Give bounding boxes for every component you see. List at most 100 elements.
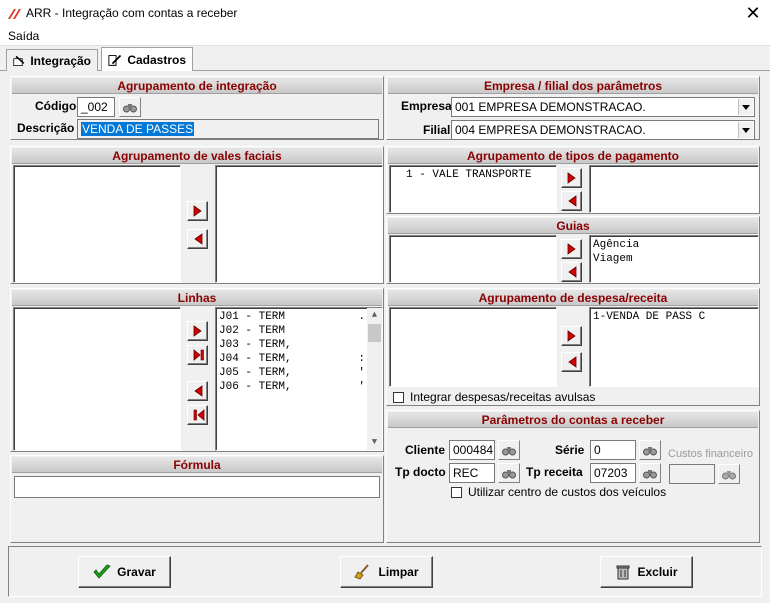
panel-heading: Agrupamento de vales faciais <box>12 148 382 164</box>
list-item-label: J05 - TERM, <box>219 367 292 379</box>
codigo-input[interactable]: _002 <box>77 97 115 117</box>
gravar-label: Gravar <box>117 565 156 579</box>
chevron-up-icon[interactable]: ▲ <box>367 308 382 323</box>
linhas-scrollbar[interactable]: ▲ ▼ <box>367 308 382 450</box>
serie-input[interactable]: 0 <box>590 440 636 460</box>
tipos-available-list[interactable]: 1 - VALE TRANSPORTE <box>389 165 557 213</box>
centro-custos-label: Utilizar centro de custos dos veículos <box>468 485 667 499</box>
formula-input[interactable] <box>14 476 380 498</box>
linhas-available-list[interactable] <box>13 307 181 451</box>
despesa-available-list[interactable] <box>389 307 557 387</box>
linhas-add-button[interactable] <box>187 321 208 341</box>
menu-bar: Saída <box>0 28 770 46</box>
panel-formula: Fórmula <box>10 455 384 543</box>
custos-financeiro-label: Custos financeiro <box>668 448 753 460</box>
panel-guias: Guias Agência Viagem <box>386 216 760 284</box>
descricao-selected-text: VENDA DE PASSES <box>81 122 195 136</box>
empresa-selected-value: 001 EMPRESA DEMONSTRACAO. <box>455 100 646 114</box>
app-logo-icon <box>8 9 21 19</box>
linhas-remove-button[interactable] <box>187 381 208 401</box>
list-item[interactable]: 1-VENDA DE PASS C <box>593 310 758 324</box>
panel-heading: Agrupamento de tipos de pagamento <box>388 148 758 164</box>
empresa-select[interactable]: 001 EMPRESA DEMONSTRACAO. <box>451 97 755 117</box>
despesa-add-button[interactable] <box>561 326 582 346</box>
tpreceita-input[interactable]: 07203 <box>590 463 636 483</box>
panel-heading: Fórmula <box>12 457 382 473</box>
list-item[interactable]: 1 - VALE TRANSPORTE <box>406 168 556 182</box>
pencil-paper-icon <box>108 54 122 66</box>
panel-heading: Guias <box>388 218 758 234</box>
tpdocto-search-button[interactable] <box>498 463 520 483</box>
list-item[interactable]: J03 - TERM, <box>219 338 367 352</box>
panel-heading: Agrupamento de integração <box>12 78 382 94</box>
list-item-label: J02 - TERM <box>219 325 286 337</box>
tipos-remove-button[interactable] <box>561 191 582 211</box>
list-item[interactable]: Viagem <box>593 252 758 266</box>
broom-icon <box>354 564 370 580</box>
guias-available-list[interactable] <box>389 235 557 283</box>
arrow-left-icon <box>568 195 577 207</box>
panel-tipos-pagamento: Agrupamento de tipos de pagamento 1 - VA… <box>386 146 760 214</box>
centro-custos-checkbox[interactable] <box>451 487 462 498</box>
cliente-label: Cliente <box>405 443 446 457</box>
list-item[interactable]: J06 - TERM, ' <box>219 380 367 394</box>
chevron-down-icon[interactable] <box>738 99 753 115</box>
linhas-remove-all-button[interactable] <box>187 405 208 425</box>
linhas-selected-list[interactable]: J01 - TERM. J02 - TERM J03 - TERM, J04 -… <box>215 307 383 451</box>
vales-add-button[interactable] <box>187 201 208 221</box>
binoculars-icon <box>123 104 137 113</box>
binoculars-icon <box>643 470 657 479</box>
vales-selected-list[interactable] <box>215 165 383 283</box>
tpreceita-search-button[interactable] <box>639 463 661 483</box>
descricao-input[interactable]: VENDA DE PASSES <box>77 119 379 139</box>
list-item[interactable]: Agência <box>593 238 758 252</box>
pen-paper-icon <box>13 55 25 66</box>
serie-search-button[interactable] <box>639 440 661 460</box>
list-item-label: J04 - TERM, <box>219 353 292 365</box>
guias-remove-button[interactable] <box>561 262 582 282</box>
integrar-avulsas-checkbox[interactable] <box>393 392 404 403</box>
trash-icon <box>616 565 630 580</box>
tipos-add-button[interactable] <box>561 168 582 188</box>
tpdocto-input[interactable]: REC <box>449 463 495 483</box>
guias-add-button[interactable] <box>561 239 582 259</box>
list-item[interactable]: J04 - TERM,: <box>219 352 367 366</box>
close-button[interactable]: ✕ <box>738 2 768 26</box>
chevron-down-icon[interactable]: ▼ <box>367 435 382 450</box>
panel-linhas: Linhas J01 - TERM. J02 - TERM J03 - TERM… <box>10 288 384 452</box>
panel-empresa-filial: Empresa / filial dos parâmetros Empresa … <box>386 76 760 140</box>
cliente-search-button[interactable] <box>498 440 520 460</box>
list-item[interactable]: J01 - TERM. <box>219 310 367 324</box>
despesa-selected-list[interactable]: 1-VENDA DE PASS C <box>589 307 759 387</box>
menu-saida[interactable]: Saída <box>8 29 39 43</box>
binoculars-icon <box>643 447 657 456</box>
chevron-down-icon[interactable] <box>738 122 753 138</box>
gravar-button[interactable]: Gravar <box>78 556 171 588</box>
tab-cadastros[interactable]: Cadastros <box>101 47 193 71</box>
title-bar: ARR - Integração com contas a receber ✕ <box>0 0 770 28</box>
arrow-right-icon <box>193 205 202 217</box>
guias-selected-list[interactable]: Agência Viagem <box>589 235 759 283</box>
despesa-remove-button[interactable] <box>561 352 582 372</box>
tab-integracao[interactable]: Integração <box>6 49 98 71</box>
limpar-button[interactable]: Limpar <box>340 556 433 588</box>
tpreceita-label: Tp receita <box>526 465 583 479</box>
excluir-button[interactable]: Excluir <box>600 556 693 588</box>
scrollbar-thumb[interactable] <box>368 324 381 342</box>
list-item[interactable]: J02 - TERM <box>219 324 367 338</box>
cliente-input[interactable]: 000484 <box>449 440 495 460</box>
panel-agrupamento-integracao: Agrupamento de integração Código _002 De… <box>10 76 384 140</box>
list-item-trail: ' <box>358 381 365 393</box>
codigo-search-button[interactable] <box>119 97 141 117</box>
tipos-selected-list[interactable] <box>589 165 759 213</box>
panel-heading: Parâmetros do contas a receber <box>388 412 758 428</box>
tpdocto-label: Tp docto <box>395 465 446 479</box>
linhas-add-all-button[interactable] <box>187 345 208 365</box>
arrow-right-end-icon <box>193 349 204 361</box>
filial-select[interactable]: 004 EMPRESA DEMONSTRACAO. <box>451 120 755 140</box>
list-item[interactable]: J05 - TERM, ' <box>219 366 367 380</box>
list-item-label: J06 - TERM, <box>219 381 292 393</box>
arrow-right-icon <box>567 243 576 255</box>
vales-available-list[interactable] <box>13 165 181 283</box>
vales-remove-button[interactable] <box>187 229 208 249</box>
